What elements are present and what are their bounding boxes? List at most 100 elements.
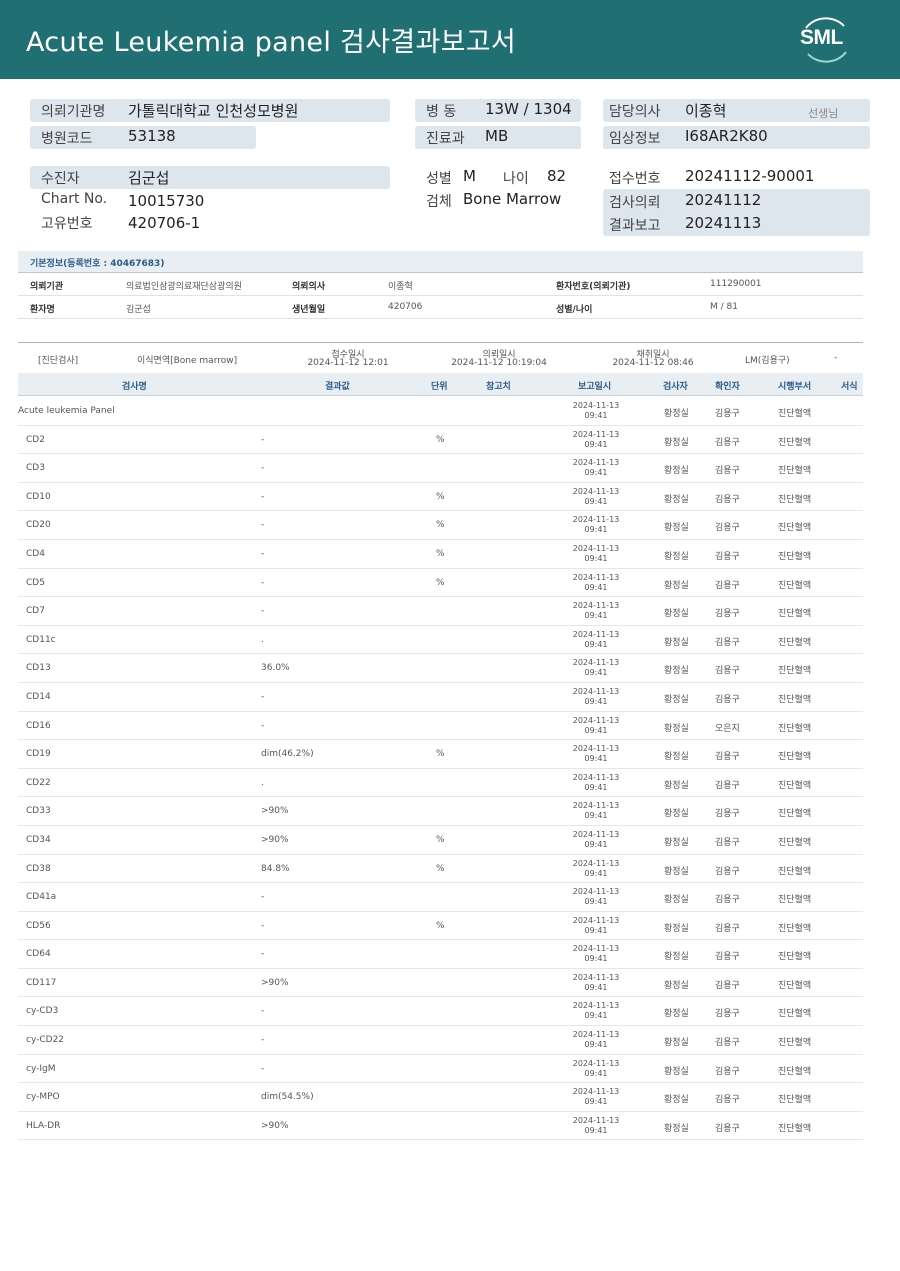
test-name: CD16 xyxy=(26,720,51,731)
table-row: cy-MPO dim(54.5%) 황정실 김용구 진단혈액 2024-11-13 09:4… xyxy=(18,1083,863,1112)
clinical-value: I68AR2K80 xyxy=(685,127,768,145)
report-date: 2024-11-13 xyxy=(572,972,620,982)
tester: 황정실 xyxy=(664,952,689,963)
tester: 황정실 xyxy=(664,409,689,419)
report-time: 09:41 xyxy=(584,839,608,849)
table-row: CD19 dim(46.2%)% 황정실 김용구 진단혈액 2024-11-13 09:41 xyxy=(18,740,863,769)
department: 진단혈액 xyxy=(778,723,812,734)
confirmer: 김용구 xyxy=(715,809,740,820)
order-lm: LM(김용구) xyxy=(745,356,790,366)
report-datetime: 2024-11-13 09:41 xyxy=(558,830,634,850)
test-unit: % xyxy=(436,434,445,445)
report-time: 09:41 xyxy=(584,639,608,649)
test-name: CD2 xyxy=(26,434,45,445)
table-row: CD20 -% 황정실 김용구 진단혈액 2024-11-13 09:41 xyxy=(18,511,863,540)
tester: 황정실 xyxy=(664,609,689,620)
test-result: - xyxy=(261,720,265,731)
patient-value: 김군섭 xyxy=(128,169,170,187)
test-name: CD20 xyxy=(26,520,51,531)
department: 진단혈액 xyxy=(778,437,812,448)
tester: 황정실 xyxy=(664,551,689,562)
table-row: CD41a - 황정실 김용구 진단혈액 2024-11-13 09:41 xyxy=(18,883,863,912)
test-result: - xyxy=(261,548,265,559)
table-row: CD11c. 황정실 김용구 진단혈액 2024-11-13 09:41 xyxy=(18,626,863,655)
report-time: 09:41 xyxy=(584,611,608,621)
basic-k2: 의뢰의사 xyxy=(292,282,326,292)
report-time: 09:41 xyxy=(584,982,608,992)
test-name: HLA-DR xyxy=(26,1120,61,1131)
report-date: 2024-11-13 xyxy=(572,1058,620,1068)
report-datetime: 2024-11-13 09:41 xyxy=(558,1059,634,1079)
tester: 황정실 xyxy=(664,637,689,648)
report-datetime: 2024-11-13 09:41 xyxy=(558,973,634,993)
uid-label: 고유번호 xyxy=(41,216,93,232)
tester: 황정실 xyxy=(664,580,689,591)
table-row: CD3 - 황정실 김용구 진단혈액 2024-11-13 09:41 xyxy=(18,454,863,483)
report-date: 2024-11-13 xyxy=(572,1087,620,1097)
test-result: - xyxy=(261,1035,265,1046)
tester: 황정실 xyxy=(664,723,689,734)
report-datetime: 2024-11-13 09:41 xyxy=(558,430,634,450)
ward-label: 병 동 xyxy=(426,104,457,120)
table-row: CD34 >90%% 황정실 김용구 진단혈액 2024-11-13 09:41 xyxy=(18,826,863,855)
report-date: 2024-11-13 xyxy=(572,458,620,468)
chart-value: 10015730 xyxy=(128,192,205,210)
report-time: 09:41 xyxy=(584,1011,608,1021)
sml-logo: SML xyxy=(796,12,854,66)
report-time: 09:41 xyxy=(584,553,608,563)
report-datetime: 2024-11-13 09:41 xyxy=(558,744,634,764)
confirmer: 김용구 xyxy=(715,780,740,791)
confirmer: 김용구 xyxy=(715,866,740,877)
test-unit: % xyxy=(436,863,445,874)
department: 진단혈액 xyxy=(778,523,812,534)
tester: 황정실 xyxy=(664,694,689,705)
report-date: 2024-11-13 xyxy=(572,572,620,582)
department: 진단혈액 xyxy=(778,609,812,620)
department: 진단혈액 xyxy=(778,866,812,877)
department: 진단혈액 xyxy=(778,1009,812,1020)
request-value: 20241112 xyxy=(685,191,762,209)
th-unit: 단위 xyxy=(431,382,448,392)
test-result: 36.0% xyxy=(261,663,290,674)
test-name: CD22 xyxy=(26,777,51,788)
report-date: 2024-11-13 xyxy=(572,772,620,782)
test-result: - xyxy=(261,1006,265,1017)
tester: 황정실 xyxy=(664,666,689,677)
test-result: - xyxy=(261,491,265,502)
patient-pill xyxy=(30,166,390,189)
basic-v5: 420706 xyxy=(388,302,423,312)
clinical-label: 임상정보 xyxy=(609,131,661,147)
report-date: 2024-11-13 xyxy=(572,601,620,611)
code-value: 53138 xyxy=(128,127,176,145)
test-result: - xyxy=(261,606,265,617)
order-name: 이식면역[Bone marrow] xyxy=(137,356,238,366)
department: 진단혈액 xyxy=(778,666,812,677)
confirmer: 김용구 xyxy=(715,1038,740,1049)
department: 진단혈액 xyxy=(778,837,812,848)
tester: 황정실 xyxy=(664,523,689,534)
confirmer: 김용구 xyxy=(715,952,740,963)
sex-label: 성별 xyxy=(426,171,452,187)
report-date: 2024-11-13 xyxy=(572,486,620,496)
test-result: 84.8% xyxy=(261,863,290,874)
receipt-label: 접수번호 xyxy=(609,171,661,187)
test-result: . xyxy=(261,634,264,645)
test-name: cy-MPO xyxy=(26,1092,60,1103)
test-name: CD34 xyxy=(26,834,51,845)
test-name: CD7 xyxy=(26,606,45,617)
table-row: CD4 -% 황정실 김용구 진단혈액 2024-11-13 09:41 xyxy=(18,540,863,569)
report-datetime: 2024-11-13 09:41 xyxy=(558,716,634,736)
th-date: 보고일시 xyxy=(578,382,612,392)
test-name: CD10 xyxy=(26,491,51,502)
test-name: CD11c xyxy=(26,634,56,645)
table-row: CD33 >90% 황정실 김용구 진단혈액 2024-11-13 09:41 xyxy=(18,797,863,826)
report-datetime: 2024-11-13 09:41 xyxy=(558,916,634,936)
tester: 황정실 xyxy=(664,752,689,763)
department: 진단혈액 xyxy=(778,494,812,505)
table-row: CD64 - 황정실 김용구 진단혈액 2024-11-13 09:41 xyxy=(18,940,863,969)
department: 진단혈액 xyxy=(778,809,812,820)
tester: 황정실 xyxy=(664,437,689,448)
department: 진단혈액 xyxy=(778,551,812,562)
test-name: CD19 xyxy=(26,749,51,760)
report-time: 09:41 xyxy=(584,411,608,420)
